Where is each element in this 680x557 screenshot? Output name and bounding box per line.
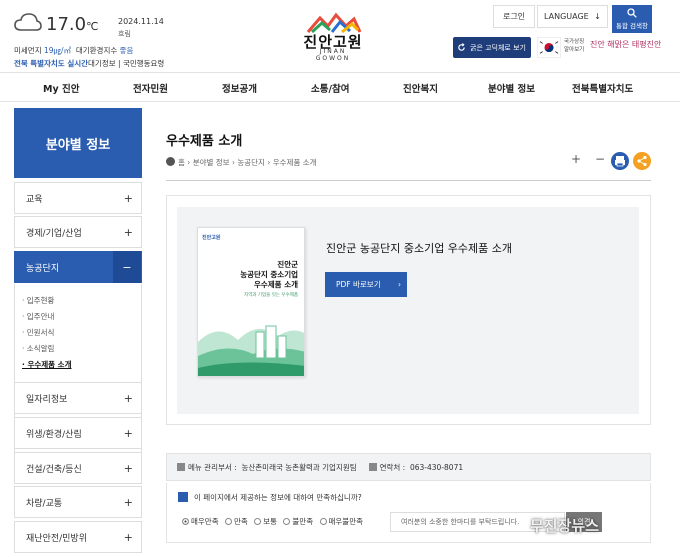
plus-icon: + [123,391,133,405]
plus-icon: + [123,191,133,205]
plus-icon: + [123,530,133,544]
radio-normal[interactable] [254,518,262,525]
gnb-field-info[interactable]: 분야별 정보 [488,81,535,95]
sidebar-item-education[interactable]: 교육 + [14,182,142,214]
sidebar-sub-products[interactable]: · 우수제품 소개 [22,359,71,370]
gnb-jeonbuk[interactable]: 전북특별자치도 [572,81,633,95]
slogan: 진안 해맑은 태평진안 [590,40,662,49]
survey-options: 매우만족 만족 보통 불만족 매우불만족 [178,516,363,527]
survey-icon [178,492,188,502]
air-info-links[interactable]: 전북 특별자치도 실시간대기정보 | 국민행동요령 [14,58,164,69]
watermark: 무진장뉴스 [530,517,600,535]
weather-condition: 흐림 [118,30,131,38]
sidebar-sub-forms[interactable]: · 민원서식 [22,327,54,338]
sidebar-item-safety[interactable]: 재난안전/민방위 + [14,521,142,553]
breadcrumb-home[interactable]: 홈 [178,158,185,167]
breadcrumb-complex[interactable]: 농공단지 [237,158,265,167]
book-logo: 진안고원 [202,235,221,241]
phone-icon [368,463,377,471]
book-subtitle: 지역과 기업을 잇는 우수제품 [244,293,298,298]
search-button[interactable]: 통합 검색창 [612,5,652,33]
sidebar-item-traffic[interactable]: 차량/교통 + [14,486,142,518]
chevron-right-icon: › [398,280,401,289]
login-button[interactable]: 로그인 [493,5,535,28]
print-icon[interactable] [611,152,629,170]
logo-subtitle: JINAN GOWON [315,48,351,62]
arrow-down-icon: ↓ [594,12,601,21]
gnb-welfare[interactable]: 진안복지 [403,81,438,95]
radio-dissatisfied[interactable] [283,518,291,525]
zoom-in-button[interactable]: + [571,152,581,166]
language-select[interactable]: LANGUAGE ↓ [537,5,608,28]
minus-icon: − [113,251,141,283]
sidebar-sub-status[interactable]: · 입주현황 [22,295,54,306]
header-top: 17.0℃ 2024.11.14 흐림 미세먼지 19㎍/㎥ 대기환경지수 좋음… [0,0,680,72]
department-icon [177,463,185,471]
air-quality: 미세먼지 19㎍/㎥ 대기환경지수 좋음 [14,46,134,55]
sidebar-sub-news[interactable]: · 소식알림 [22,343,54,354]
product-book-cover[interactable]: 진안고원 진안군 농공단지 중소기업 우수제품 소개 지역과 기업을 잇는 우수… [197,227,305,377]
font-toggle-button[interactable]: 굵은 고딕체로 보기 [453,37,531,58]
manager-info: 메뉴 관리부서 : 농산촌미래국 농촌활력과 기업지원팀 연락처 : 063-4… [166,453,651,481]
sidebar-item-jobs[interactable]: 일자리정보 + [14,382,142,414]
search-icon [627,8,637,18]
zoom-out-button[interactable]: − [595,152,605,166]
national-symbol-link[interactable]: 국가상징 알아보기 [564,38,584,54]
title-divider [166,180,651,181]
sidebar-title: 분야별 정보 [14,108,142,178]
breadcrumb: 홈 › 분야별 정보 › 농공단지 › 우수제품 소개 [166,157,317,168]
weather-temperature: 17.0℃ [46,14,99,35]
breadcrumb-current[interactable]: 우수제품 소개 [273,158,317,167]
home-icon[interactable] [166,157,175,166]
share-icon[interactable] [633,152,651,170]
sidebar-item-hygiene[interactable]: 위생/환경/산림 + [14,417,142,449]
plus-icon: + [123,426,133,440]
korea-flag-icon[interactable] [537,37,561,58]
book-illustration [198,325,304,376]
radio-very-satisfied[interactable] [182,518,189,525]
gnb-e-petition[interactable]: 전자민원 [133,81,168,95]
main-navigation: My 진안 전자민원 정보공개 소통/참여 진안복지 분야별 정보 전북특별자치… [0,72,680,102]
sidebar-item-industrial-complex[interactable]: 농공단지 − [14,251,142,283]
weather-date: 2024.11.14 [118,17,164,26]
plus-icon: + [123,461,133,475]
gnb-communication[interactable]: 소통/참여 [311,81,349,95]
page-title: 우수제품 소개 [166,134,243,149]
radio-satisfied[interactable] [225,518,232,525]
plus-icon: + [123,225,133,239]
sidebar-item-construction[interactable]: 건설/건축/등신 + [14,452,142,484]
gnb-info-disclosure[interactable]: 정보공개 [222,81,257,95]
sidebar-sub-guide[interactable]: · 입주안내 [22,311,54,322]
sidebar-item-economy[interactable]: 경제/기업/산업 + [14,216,142,248]
gnb-my-jinan[interactable]: My 진안 [43,81,79,95]
radio-very-dissatisfied[interactable] [319,518,327,525]
pdf-view-button[interactable]: PDF 바로보기 › [325,272,407,297]
sidebar: 분야별 정보 교육 + 경제/기업/산업 + 농공단지 − · 입주현황 · 입주안내… [14,108,142,553]
cloud-icon [14,13,42,31]
breadcrumb-field[interactable]: 분야별 정보 [193,158,230,167]
book-title: 진안군 농공단지 중소기업 우수제품 소개 [240,260,298,289]
product-title: 진안군 농공단지 중소기업 우수제품 소개 [326,242,513,255]
survey-question: 이 페이지에서 제공하는 정보에 대하여 만족하십니까? [178,492,362,503]
plus-icon: + [123,495,133,509]
refresh-icon [458,43,465,51]
